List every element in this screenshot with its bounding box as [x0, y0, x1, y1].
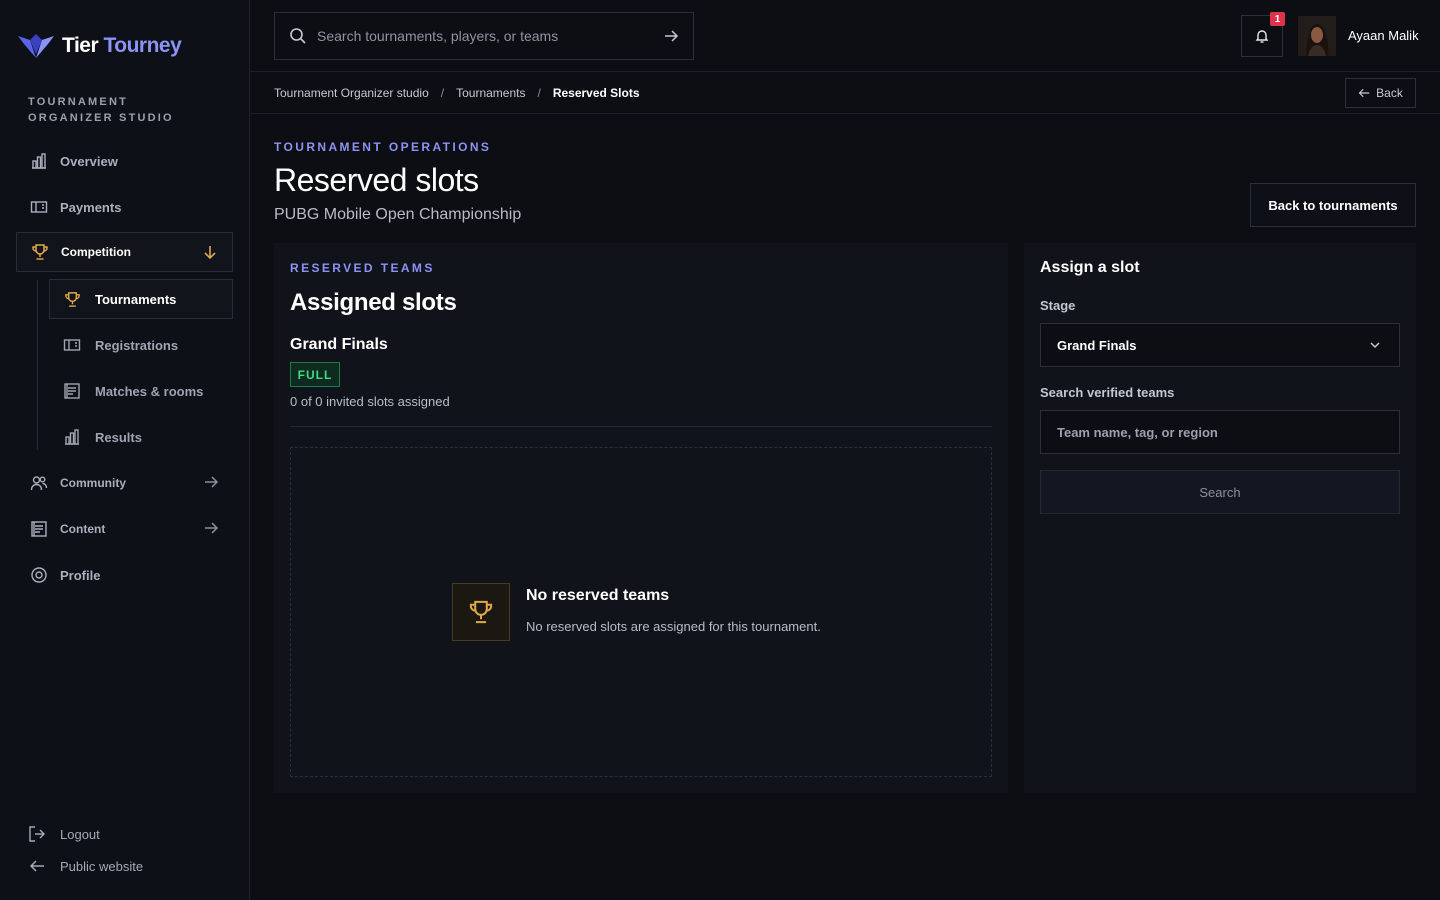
trophy-icon — [65, 291, 80, 307]
panel-title: Assigned slots — [290, 289, 457, 316]
page-title: Reserved slots — [274, 162, 479, 198]
sidebar-item-label: Community — [60, 476, 126, 490]
arrow-right-icon — [205, 476, 219, 488]
document-icon — [64, 383, 80, 399]
sidebar-item-profile[interactable]: Profile — [16, 555, 233, 595]
ticket-icon — [63, 339, 81, 351]
chevron-down-icon — [1370, 342, 1380, 349]
sidebar-subitem-label: Registrations — [95, 337, 179, 353]
notification-count-badge: 1 — [1270, 12, 1285, 26]
logout-label: Logout — [60, 826, 100, 842]
empty-state-description: No reserved slots are assigned for this … — [526, 619, 821, 634]
sidebar-item-community[interactable]: Community — [16, 463, 233, 503]
sidebar-subitem-label: Tournaments — [95, 291, 177, 307]
document-icon — [31, 521, 47, 537]
sidebar: Tier Tourney TOURNAMENT ORGANIZER STUDIO… — [0, 0, 250, 900]
breadcrumb-item-studio[interactable]: Tournament Organizer studio — [274, 86, 429, 100]
sidebar-item-competition[interactable]: Competition — [16, 232, 233, 272]
status-badge: FULL — [290, 362, 340, 387]
sidebar-item-label: Competition — [61, 245, 131, 259]
arrow-down-icon — [204, 246, 216, 260]
search-teams-label: Search verified teams — [1040, 385, 1175, 400]
trophy-icon — [32, 244, 48, 260]
brand-name: Tier Tourney — [62, 34, 182, 58]
page-subtitle: PUBG Mobile Open Championship — [274, 206, 522, 223]
global-search-input[interactable] — [317, 28, 653, 44]
search-icon — [290, 28, 306, 44]
users-icon — [30, 476, 48, 491]
divider — [290, 426, 992, 427]
page-eyebrow: TOURNAMENT OPERATIONS — [274, 140, 492, 154]
trophy-icon — [469, 600, 493, 624]
back-button-label: Back — [1376, 86, 1403, 100]
brand-name-part2: Tourney — [103, 34, 182, 57]
sidebar-subitem-matches-rooms[interactable]: Matches & rooms — [49, 371, 233, 411]
sidebar-subitem-registrations[interactable]: Registrations — [49, 325, 233, 365]
arrow-left-icon — [29, 860, 44, 872]
stage-name: Grand Finals — [290, 336, 388, 353]
empty-state: No reserved teams No reserved slots are … — [290, 447, 992, 777]
brand-logo[interactable]: Tier Tourney — [16, 30, 182, 62]
user-name[interactable]: Ayaan Malik — [1348, 28, 1419, 43]
logout-link[interactable]: Logout — [28, 825, 100, 843]
assign-slot-panel: Assign a slot Stage Grand Finals Search … — [1024, 243, 1416, 793]
sidebar-item-overview[interactable]: Overview — [16, 141, 233, 181]
sidebar-item-payments[interactable]: Payments — [16, 187, 233, 227]
bar-chart-icon — [65, 429, 79, 445]
empty-state-icon-box — [452, 583, 510, 641]
back-button[interactable]: Back — [1345, 78, 1416, 108]
stage-select[interactable]: Grand Finals — [1040, 323, 1400, 367]
search-button[interactable]: Search — [1040, 470, 1400, 514]
assign-slot-title: Assign a slot — [1040, 259, 1140, 276]
assigned-slots-panel: RESERVED TEAMS Assigned slots Grand Fina… — [274, 243, 1008, 793]
sidebar-item-label: Profile — [60, 567, 101, 583]
submenu-guide-line — [37, 280, 38, 450]
panel-eyebrow: RESERVED TEAMS — [290, 261, 435, 275]
sidebar-subitem-label: Matches & rooms — [95, 383, 204, 399]
ticket-icon — [30, 201, 48, 213]
breadcrumb-bar: Tournament Organizer studio / Tournament… — [250, 72, 1440, 114]
studio-label: TOURNAMENT ORGANIZER STUDIO — [28, 96, 174, 124]
team-search-input[interactable] — [1040, 410, 1400, 454]
sidebar-subitem-tournaments[interactable]: Tournaments — [49, 279, 233, 319]
user-avatar[interactable] — [1298, 16, 1336, 56]
settings-icon — [31, 567, 47, 583]
stage-label: Stage — [1040, 298, 1076, 313]
bar-chart-icon — [32, 153, 46, 169]
sidebar-item-label: Overview — [60, 153, 118, 169]
breadcrumb: Tournament Organizer studio / Tournament… — [274, 86, 640, 100]
arrow-right-icon[interactable] — [663, 28, 679, 44]
sidebar-item-content[interactable]: Content — [16, 509, 233, 549]
public-website-label: Public website — [60, 858, 144, 874]
arrow-right-icon — [205, 522, 219, 534]
breadcrumb-separator: / — [440, 86, 445, 100]
topbar: 1 Ayaan Malik — [250, 0, 1440, 72]
avatar-portrait-icon — [1298, 16, 1336, 56]
breadcrumb-item-tournaments[interactable]: Tournaments — [456, 86, 525, 100]
sidebar-item-label: Payments — [60, 199, 122, 215]
sidebar-subitem-results[interactable]: Results — [49, 417, 233, 457]
breadcrumb-separator: / — [537, 86, 541, 100]
sidebar-item-label: Content — [60, 522, 106, 536]
breadcrumb-item-current: Reserved Slots — [552, 86, 640, 100]
back-to-tournaments-button[interactable]: Back to tournaments — [1250, 183, 1416, 227]
logout-icon — [29, 826, 45, 842]
empty-state-title: No reserved teams — [526, 587, 670, 604]
bell-icon — [1255, 30, 1269, 43]
global-search[interactable] — [274, 12, 694, 60]
stage-select-value: Grand Finals — [1057, 337, 1137, 353]
brand-name-part1: Tier — [62, 34, 99, 57]
public-website-link[interactable]: Public website — [28, 857, 143, 875]
tier-tourney-logo-icon — [18, 34, 54, 58]
slots-count-text: 0 of 0 invited slots assigned — [290, 394, 450, 409]
sidebar-subitem-label: Results — [95, 429, 142, 445]
arrow-left-icon — [1358, 88, 1370, 98]
